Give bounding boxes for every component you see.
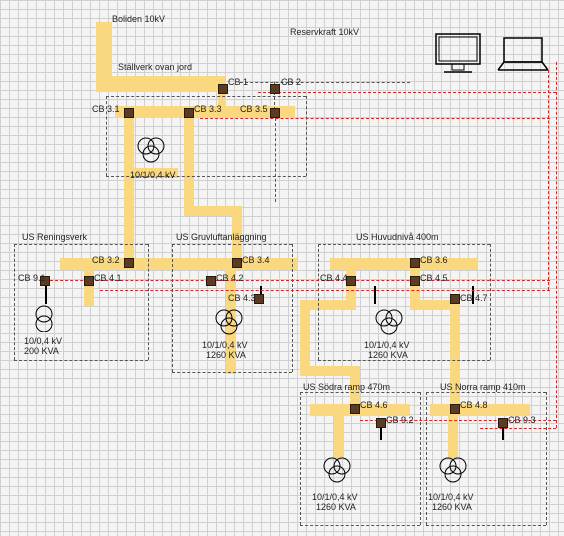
monitor-desktop-icon (434, 32, 484, 81)
t2-ratio: 10/0,4 kV (24, 336, 62, 346)
lbl-cb1: CB 1 (228, 77, 248, 87)
lbl-cb92: CB 9.2 (386, 415, 414, 425)
transformer-t2 (30, 304, 56, 330)
t3-ratio: 10/1/0,4 kV (202, 340, 248, 350)
lbl-cb93: CB 9.3 (508, 415, 536, 425)
t1-ratio: 10/1/0,4 kV (130, 170, 176, 180)
lbl-cb42: CB 4.2 (216, 273, 244, 283)
t4-rating: 1260 KVA (368, 350, 408, 360)
lbl-cb36: CB 3.6 (420, 255, 448, 265)
st-sodra: US Södra ramp 470m (303, 382, 390, 392)
cb-47[interactable] (450, 294, 460, 304)
cb-36[interactable] (410, 258, 420, 268)
cb-35[interactable] (270, 108, 280, 118)
cb-1[interactable] (218, 84, 228, 94)
lbl-cb48: CB 4.8 (460, 400, 488, 410)
lbl-cb31: CB 3.1 (92, 104, 120, 114)
transformer-t4 (374, 306, 400, 332)
cb-32[interactable] (124, 258, 134, 268)
lbl-cb32: CB 3.2 (92, 255, 120, 265)
st-ovan: Ställverk ovan jord (118, 62, 192, 72)
lbl-cb33: CB 3.3 (194, 104, 222, 114)
lbl-cb35: CB 3.5 (240, 104, 268, 114)
t2-rating: 200 KVA (24, 346, 59, 356)
cb-42[interactable] (206, 276, 216, 286)
lbl-cb46: CB 4.6 (360, 400, 388, 410)
cb-33[interactable] (184, 108, 194, 118)
st-gruvluft: US Gruvluftanläggning (176, 232, 267, 242)
lbl-cb41: CB 4.1 (94, 273, 122, 283)
src-reserve: Reservkraft 10kV (290, 27, 359, 37)
lbl-cb43: CB 4.3 (228, 293, 256, 303)
transformer-t6 (438, 454, 464, 480)
cb-34[interactable] (232, 258, 242, 268)
t6-ratio: 10/1/0,4 kV (428, 492, 474, 502)
t5-rating: 1260 KVA (316, 502, 356, 512)
cb-93[interactable] (498, 418, 508, 428)
t4-ratio: 10/1/0,4 kV (364, 340, 410, 350)
cb-2[interactable] (270, 84, 280, 94)
st-reningsverk: US Reningsverk (22, 232, 87, 242)
lbl-cb45: CB 4.5 (420, 273, 448, 283)
cb-92[interactable] (376, 418, 386, 428)
cb-41[interactable] (84, 276, 94, 286)
transformer-t5 (322, 454, 348, 480)
cb-31[interactable] (124, 108, 134, 118)
st-norra: US Norra ramp 410m (440, 382, 526, 392)
transformer-t1 (136, 134, 162, 160)
lbl-cb44: CB 4.4 (320, 273, 348, 283)
cb-45[interactable] (410, 276, 420, 286)
lbl-cb91: CB 9.1 (18, 273, 46, 283)
cb-46[interactable] (350, 404, 360, 414)
monitor-laptop-icon (494, 36, 552, 81)
st-huvudniva: US Huvudnivå 400m (356, 232, 439, 242)
src-main: Boliden 10kV (112, 14, 165, 24)
t3-rating: 1260 KVA (206, 350, 246, 360)
t5-ratio: 10/1/0,4 kV (312, 492, 358, 502)
t6-rating: 1260 KVA (432, 502, 472, 512)
lbl-cb47: CB 4.7 (460, 293, 488, 303)
diagram-canvas: Boliden 10kV Reservkraft 10kV Ställverk … (0, 0, 564, 536)
lbl-cb34: CB 3.4 (242, 255, 270, 265)
cb-48[interactable] (450, 404, 460, 414)
transformer-t3 (214, 306, 240, 332)
lbl-cb2: CB 2 (281, 77, 301, 87)
